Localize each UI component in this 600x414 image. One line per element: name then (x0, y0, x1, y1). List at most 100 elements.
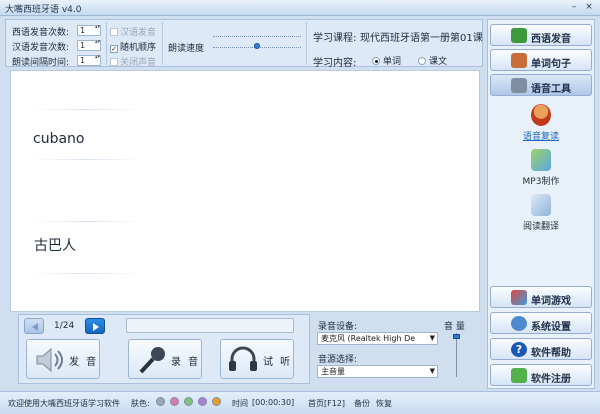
checkbox-box (110, 28, 118, 36)
listen-label: 试 听 (263, 357, 293, 368)
speed-slider-track[interactable] (213, 36, 301, 37)
cn-count-stepper[interactable]: 1 (77, 40, 101, 51)
source-select[interactable]: 主音量 ▼ (317, 365, 438, 378)
word-counter: 1/24 (54, 321, 75, 331)
record-button[interactable]: 录 音 (128, 339, 202, 379)
progress-bar (126, 318, 294, 333)
nav-voice-tools[interactable]: 语音工具 (490, 74, 592, 96)
cn-count-label: 汉语发音次数: (12, 43, 70, 53)
source-label: 音源选择: (318, 355, 358, 365)
volume-slider-thumb[interactable] (453, 334, 460, 339)
divider (306, 22, 307, 65)
record-label: 录 音 (171, 357, 201, 368)
radio-dot (418, 57, 426, 65)
nav-label: 软件帮助 (531, 348, 571, 359)
checkmark-icon: ✓ (110, 45, 118, 53)
title-bar: 大嘴西班牙语 v4.0 – × (0, 0, 600, 16)
interval-stepper[interactable]: 1 (77, 55, 101, 66)
nav-spanish-pronunciation[interactable]: 西语发音 (490, 24, 592, 46)
skin-color-swatch[interactable] (198, 397, 207, 406)
cn-voice-checkbox[interactable]: 汉语发音 (110, 25, 156, 38)
radio-dot (372, 57, 380, 65)
radio-word-label: 单词 (383, 57, 402, 67)
time-value: [00:00:30] (252, 398, 295, 407)
skin-color-swatch[interactable] (212, 397, 221, 406)
source-value: 主音量 (321, 367, 345, 376)
divider (31, 273, 141, 274)
mp3-icon (531, 149, 551, 171)
speed-label: 朗读速度 (168, 44, 205, 54)
books-icon (511, 53, 527, 68)
minimize-button[interactable]: – (568, 2, 580, 13)
mute-checkbox[interactable]: 关闭声音 (110, 55, 156, 68)
prev-icon (32, 323, 38, 331)
nav-word-game[interactable]: 单词游戏 (490, 286, 592, 308)
volume-slider-track[interactable] (456, 333, 457, 377)
nav-register[interactable]: 软件注册 (490, 364, 592, 386)
tool-voice-repeat[interactable]: 语音复读 (501, 104, 581, 142)
restore-link[interactable]: 恢复 (376, 398, 392, 409)
nav-label: 单词游戏 (531, 296, 571, 307)
prev-button[interactable] (24, 318, 44, 334)
tool-reading-translate[interactable]: 阅读翻译 (501, 194, 581, 232)
window-title: 大嘴西班牙语 v4.0 (5, 5, 82, 15)
book-icon (511, 28, 527, 43)
tool-label: MP3制作 (522, 177, 560, 187)
listen-button[interactable]: 试 听 (220, 339, 294, 379)
nav-label: 语音工具 (531, 84, 571, 95)
tool-mp3-maker[interactable]: MP3制作 (501, 149, 581, 187)
content-label: 学习内容: (313, 58, 357, 69)
es-count-stepper[interactable]: 1 (77, 25, 101, 36)
gear-icon (511, 316, 527, 331)
skin-color-swatch[interactable] (184, 397, 193, 406)
nav-label: 系统设置 (531, 322, 571, 333)
cn-voice-label: 汉语发音 (120, 28, 157, 38)
chevron-down-icon: ▼ (429, 367, 435, 375)
blocks-icon (511, 290, 527, 305)
nav-label: 软件注册 (531, 374, 571, 385)
speak-label: 发 音 (69, 357, 99, 368)
checkbox-box (110, 58, 118, 66)
divider (106, 22, 107, 65)
es-count-label: 西语发音次数: (12, 28, 70, 38)
tool-label: 语音复读 (522, 132, 559, 142)
next-button[interactable] (85, 318, 105, 334)
volume-label: 音 量 (444, 322, 465, 332)
interval-label: 朗读间隔时间: (12, 58, 70, 68)
skin-color-swatch[interactable] (156, 397, 165, 406)
radio-word[interactable]: 单词 (372, 54, 401, 67)
nav-help[interactable]: ? 软件帮助 (490, 338, 592, 360)
device-select[interactable]: 麦克风 (Realtek High De ▼ (317, 332, 438, 345)
chevron-down-icon: ▼ (429, 334, 435, 342)
home-link[interactable]: 首页[F12] (308, 398, 345, 409)
skin-color-swatch[interactable] (170, 397, 179, 406)
nav-system-settings[interactable]: 系统设置 (490, 312, 592, 334)
divider (31, 159, 141, 160)
divider (31, 221, 141, 222)
chinese-meaning: 古巴人 (34, 238, 76, 254)
speak-button[interactable]: 发 音 (26, 339, 100, 379)
tool-label: 阅读翻译 (522, 222, 559, 232)
course-name[interactable]: 现代西班牙语第一册第01课 (360, 29, 483, 44)
radio-text-label: 课文 (429, 57, 448, 67)
device-value: 麦克风 (Realtek High De (321, 334, 416, 343)
speed-slider-thumb[interactable] (254, 43, 260, 49)
nav-label: 西语发音 (531, 34, 571, 45)
next-icon (93, 323, 99, 331)
random-order-checkbox[interactable]: ✓ 随机顺序 (110, 40, 156, 53)
speaker-icon (36, 347, 63, 373)
backup-link[interactable]: 备份 (354, 398, 370, 409)
nav-word-sentence[interactable]: 单词句子 (490, 49, 592, 71)
radio-text[interactable]: 课文 (418, 54, 447, 67)
nav-label: 单词句子 (531, 59, 571, 70)
help-icon: ? (511, 342, 527, 357)
divider (162, 22, 163, 65)
headset-icon (229, 346, 257, 371)
random-order-label: 随机顺序 (120, 43, 157, 53)
microphone-icon (139, 347, 165, 374)
translate-icon (531, 194, 551, 216)
welcome-text: 欢迎使用大嘴西班牙语学习软件 (8, 399, 120, 408)
close-button[interactable]: × (583, 2, 595, 13)
skin-label: 肤色: (131, 399, 150, 408)
course-label: 学习课程: (313, 33, 357, 44)
